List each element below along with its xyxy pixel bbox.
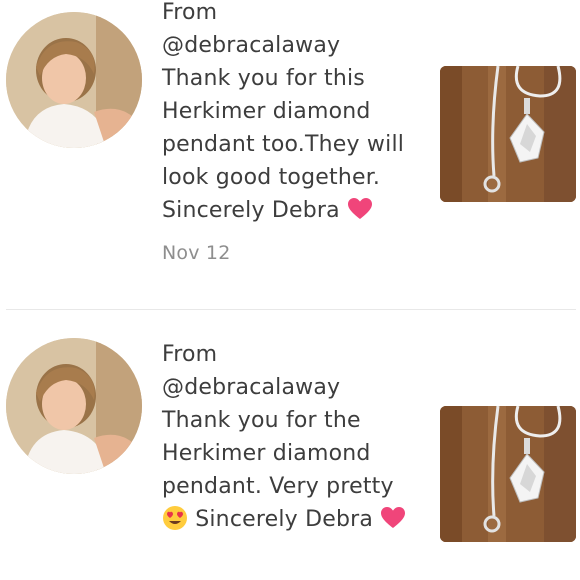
pendant-photo-icon xyxy=(440,66,576,202)
avatar[interactable] xyxy=(6,12,142,148)
product-thumbnail[interactable] xyxy=(440,406,576,542)
review-message-text: Thank you for the Herkimer diamond penda… xyxy=(162,408,394,499)
review-feed: From @debracalaway Thank you for this He… xyxy=(0,0,580,580)
review-message: Thank you for this Herkimer diamond pend… xyxy=(162,62,422,227)
heart-eyes-emoji-icon xyxy=(163,506,187,530)
heart-icon xyxy=(348,198,373,219)
review-signature: Sincerely Debra xyxy=(195,507,374,532)
profile-photo-icon xyxy=(6,12,142,148)
review-text: From @debracalaway Thank you for this He… xyxy=(162,0,422,270)
review-date: Nov 12 xyxy=(162,242,231,264)
heart-icon xyxy=(381,507,406,528)
review-text: From @debracalaway Thank you for the Her… xyxy=(162,338,422,536)
from-label: From xyxy=(162,0,218,25)
product-thumbnail[interactable] xyxy=(440,66,576,202)
profile-photo-icon xyxy=(6,338,142,474)
avatar[interactable] xyxy=(6,338,142,474)
reviewer-handle[interactable]: @debracalaway xyxy=(162,29,422,62)
from-label: From xyxy=(162,342,218,367)
review-message: Thank you for the Herkimer diamond penda… xyxy=(162,404,422,536)
divider xyxy=(6,309,576,310)
reviewer-handle[interactable]: @debracalaway xyxy=(162,371,422,404)
pendant-photo-icon xyxy=(440,406,576,542)
